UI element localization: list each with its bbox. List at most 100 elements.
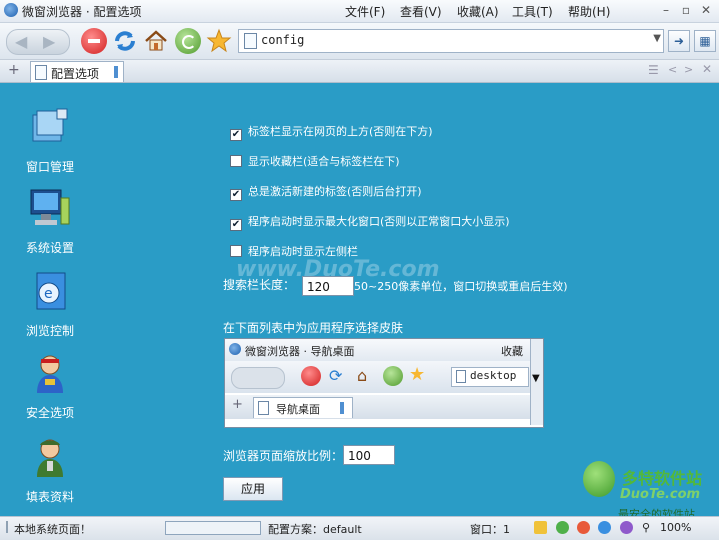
status-page-text: 本地系统页面！ [14,523,91,536]
skin-list-scrollbar[interactable]: ▼ [530,339,543,425]
page-icon [456,370,466,383]
skin-preview-toolbar: ⟳ ⌂ ★ desktop [225,361,531,393]
system-settings-icon [30,189,70,225]
stop-icon [301,366,321,386]
option-activate-new-tab[interactable]: ✔ 总是激活新建的标签(否则后台打开) [230,183,422,201]
address-bar[interactable]: config ▼ [238,29,664,53]
menu-favorites[interactable]: 收藏(A) [457,3,499,20]
back-forward-buttons[interactable]: ◀ ▶ [6,29,70,55]
skin-preview-title: 微窗浏览器 · 导航桌面 [245,345,355,358]
refresh-icon[interactable] [112,28,138,54]
favorites-star-icon: ★ [409,364,426,385]
search-length-hint: 50~250像素单位，窗口切换或重启后生效) [354,280,568,293]
skin-preview-menu: 收藏 [501,345,523,358]
skin-preview-tabbar: + 导航桌面 [225,395,531,419]
zoom-magnifier-icon[interactable]: ⚲ [642,521,650,534]
new-tab-icon: + [232,397,243,412]
option-label: 程序启动时显示最大化窗口(否则以正常窗口大小显示) [248,215,510,228]
go-icon[interactable]: ➜ [668,30,690,52]
tab-close-icon[interactable]: ✕ [702,62,712,76]
sidebar-item-system-settings[interactable]: 系统设置 [14,186,86,256]
tab-next-icon[interactable]: > [684,63,693,76]
scroll-down-icon[interactable]: ▼ [532,373,540,384]
menu-tools[interactable]: 工具(T) [512,3,553,20]
browse-control-icon: e [36,272,66,310]
search-length-input[interactable]: 120 [302,276,354,296]
skin-preview-address: desktop [451,367,529,387]
option-start-maximized[interactable]: ✔ 程序启动时显示最大化窗口(否则以正常窗口大小显示) [230,213,510,231]
tab-label: 配置选项 [51,67,100,81]
tab-prev-icon[interactable]: < [668,63,677,76]
svg-text:e: e [44,286,53,302]
skin-preview-titlebar: 微窗浏览器 · 导航桌面 收藏 [225,339,531,361]
back-forward-buttons [231,367,285,389]
option-label: 标签栏显示在网页的上方(否则在下方) [248,125,433,138]
checkbox[interactable] [230,245,242,257]
sidebar-item-browse-control[interactable]: e 浏览控制 [14,269,86,339]
home-icon: ⌂ [357,366,368,385]
address-value: config [261,33,305,47]
watermark-logo-icon [583,461,615,497]
menu-help[interactable]: 帮助(H) [568,3,610,20]
skin-list[interactable]: 微窗浏览器 · 导航桌面 收藏 ⟳ ⌂ ★ desktop + 导航桌面 ▼ [224,338,544,428]
window-title: 微窗浏览器 · 配置选项 [22,5,142,19]
watermark-url: DuoTe.com [620,487,701,502]
home-icon[interactable] [143,28,169,54]
status-grip-icon [6,521,8,533]
status-bar: 本地系统页面！ 配置方案：default 窗口：1 ⚲ 100% [0,516,719,540]
menu-file[interactable]: 文件(F) [345,3,385,20]
tab-list-icon[interactable]: ☰ [648,63,659,77]
window-manage-icon [32,108,68,142]
search-length-label: 搜索栏长度： [223,278,296,292]
checkbox[interactable]: ✔ [230,189,242,201]
tab-indicator [340,402,344,414]
page-icon [35,65,47,80]
zoom-label: 浏览器页面缩放比例： [223,449,344,463]
status-download-icon[interactable] [598,521,611,534]
skin-preview-address-value: desktop [470,369,517,382]
sidebar-label: 浏览控制 [25,324,74,338]
checkbox[interactable]: ✔ [230,219,242,231]
history-icon[interactable] [175,28,201,54]
skin-preview-tab-label: 导航桌面 [276,403,320,416]
toolbar: ◀ ▶ config ▼ ➜ ▦ [0,23,719,60]
status-scheme: 配置方案：default [268,523,362,536]
stop-icon[interactable] [81,28,107,54]
tab-bar: + 配置选项 ☰ < > ✕ [0,60,719,83]
restore-icon[interactable]: ▫ [678,3,694,18]
option-show-favbar[interactable]: 显示收藏栏(适合与标签栏在下) [230,153,400,169]
browser-logo-icon [4,3,18,17]
security-icon [37,355,63,393]
minimize-icon[interactable]: – [658,3,674,18]
menu-view[interactable]: 查看(V) [400,3,442,20]
skin-heading: 在下面列表中为应用程序选择皮肤 [223,321,404,335]
new-tab-icon[interactable]: + [8,62,20,78]
option-label: 显示收藏栏(适合与标签栏在下) [248,155,400,168]
checkbox[interactable] [230,155,242,167]
sidebar-item-window-manage[interactable]: 窗口管理 [14,105,86,175]
page-icon [258,401,269,415]
sidebar-label: 安全选项 [25,406,74,420]
status-green-icon[interactable] [556,521,569,534]
sidebar-item-form-fill[interactable]: 填表资料 [14,435,86,505]
status-progress-bar [165,521,261,535]
browser-logo-icon [229,343,241,355]
status-zoom: 100% [660,521,692,534]
split-view-icon[interactable]: ▦ [694,30,716,52]
status-window-icon[interactable] [534,521,547,534]
forward-icon[interactable]: ▶ [43,32,55,51]
status-window-count: 窗口：1 [470,523,510,536]
back-icon[interactable]: ◀ [15,32,27,51]
option-tabbar-top[interactable]: ✔ 标签栏显示在网页的上方(否则在下方) [230,123,433,141]
favorites-star-icon[interactable] [206,28,232,54]
status-red-icon[interactable] [577,521,590,534]
status-purple-icon[interactable] [620,521,633,534]
zoom-input[interactable]: 100 [343,445,395,465]
tab-config[interactable]: 配置选项 [30,61,124,82]
close-icon[interactable]: ✕ [698,3,714,18]
checkbox[interactable]: ✔ [230,129,242,141]
apply-button[interactable]: 应用 [223,477,283,501]
sidebar-item-security[interactable]: 安全选项 [14,351,86,421]
address-dropdown-icon[interactable]: ▼ [653,33,661,44]
sidebar-label: 填表资料 [25,490,74,504]
